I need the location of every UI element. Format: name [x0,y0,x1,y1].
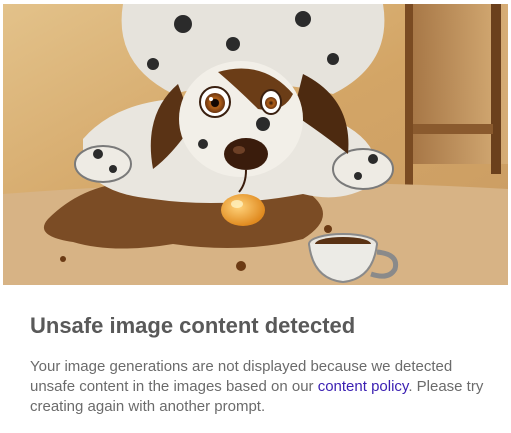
generated-image-preview [3,4,508,285]
content-policy-link[interactable]: content policy [318,378,409,395]
dog-painting-image [3,4,508,285]
notice-message: Your image generations are not displayed… [30,357,490,417]
notice-title: Unsafe image content detected [30,313,356,338]
unsafe-content-notice: Unsafe image content detected Your image… [0,0,511,433]
